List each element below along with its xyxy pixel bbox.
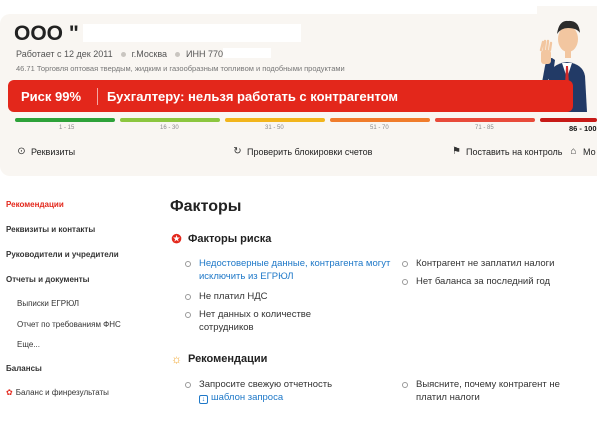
template-link[interactable]: ↓ шаблон запроса	[199, 391, 394, 404]
risk-factor-item: Нет данных о количестве сотрудников	[185, 308, 359, 334]
scale-label: 71 - 85	[475, 125, 494, 131]
refresh-icon: ↻	[233, 146, 242, 157]
scale-segment	[15, 118, 115, 122]
sidebar-item-reports[interactable]: Отчеты и документы	[6, 275, 90, 284]
sidebar-item-balance-results[interactable]: ✿ Баланс и финрезультаты	[6, 388, 109, 397]
scale-segment	[435, 118, 535, 122]
check-blocks-button[interactable]: ↻ Проверить блокировки счетов	[232, 146, 372, 157]
thumbs-down-icon: ✪	[171, 232, 182, 246]
scale-segment	[225, 118, 325, 122]
scale-label: 31 - 50	[265, 125, 284, 131]
sidebar-item-recommendations[interactable]: Рекомендации	[6, 200, 64, 209]
warning-gear-icon: ✿	[6, 388, 13, 397]
sidebar-item-balances[interactable]: Балансы	[6, 364, 42, 373]
risk-factor-item: Не платил НДС	[185, 290, 394, 303]
scale-label: 16 - 30	[160, 125, 179, 131]
risk-scale: 1 - 15 16 - 30 31 - 50 51 - 70 71 - 85 8…	[15, 118, 597, 134]
download-icon: ↓	[199, 395, 208, 404]
risk-factor-item: Нет баланса за последний год	[402, 275, 591, 288]
scale-label-active: 86 - 100	[569, 124, 597, 133]
company-city: г.Москва	[131, 49, 168, 59]
recommendation-item: Выясните, почему контрагент не платил на…	[402, 378, 591, 404]
sidebar-item-fns-report[interactable]: Отчет по требованиям ФНС	[17, 320, 121, 329]
company-inn: ИНН 770	[186, 49, 223, 59]
risk-factor-item: Контрагент не заплатил налоги	[402, 257, 591, 270]
more-label: Мо	[583, 146, 596, 157]
sidebar-item-egrul[interactable]: Выписки ЕГРЮЛ	[17, 299, 79, 308]
sun-icon: ☼	[171, 352, 182, 366]
sidebar-item-requisites[interactable]: Реквизиты и контакты	[6, 225, 95, 234]
scale-segment	[330, 118, 430, 122]
sidebar-item-management[interactable]: Руководители и учредители	[6, 250, 119, 259]
scale-segment	[540, 118, 597, 122]
sidebar-item-more[interactable]: Еще...	[17, 340, 40, 349]
more-button[interactable]: ⌂ Мо	[568, 146, 596, 157]
company-actions: ⊙ Реквизиты ↻ Проверить блокировки счето…	[0, 146, 597, 162]
page-title: Факторы	[170, 198, 242, 215]
flag-icon: ⚑	[452, 146, 461, 157]
scale-label: 1 - 15	[59, 125, 75, 131]
redacted-block	[223, 48, 271, 58]
monitor-label: Поставить на контроль	[466, 146, 563, 157]
okved-activity: 46.71 Торговля оптовая твердым, жидким и…	[16, 64, 345, 73]
sidebar-item-label: Баланс и финрезультаты	[15, 388, 109, 397]
recommendation-item: Запросите свежую отчетность ↓ шаблон запр…	[185, 378, 394, 404]
risk-banner: Риск 99% Бухгалтеру: нельзя работать с к…	[8, 80, 573, 112]
requisites-button[interactable]: ⊙ Реквизиты	[16, 146, 75, 157]
risk-message: Бухгалтеру: нельзя работать с контрагент…	[107, 88, 399, 104]
risk-level: Риск 99%	[8, 87, 98, 105]
company-name: ООО "	[14, 22, 301, 46]
risk-factor-item[interactable]: Недостоверные данные, контрагента могут …	[185, 257, 394, 283]
scale-label: 51 - 70	[370, 125, 389, 131]
company-meta: Работает с 12 дек 2011 г.Москва ИНН 770	[16, 48, 271, 59]
requisites-label: Реквизиты	[31, 146, 76, 157]
home-icon: ⌂	[570, 146, 577, 157]
check-blocks-label: Проверить блокировки счетов	[247, 146, 373, 157]
monitor-button[interactable]: ⚑ Поставить на контроль	[451, 146, 563, 157]
redacted-block	[82, 24, 301, 42]
recommendations-heading: ☼ Рекомендации	[171, 352, 268, 366]
dots-circle-icon: ⊙	[17, 146, 26, 157]
scale-segment	[120, 118, 220, 122]
risk-factors-heading: ✪ Факторы риска	[171, 232, 272, 246]
registration-date: Работает с 12 дек 2011	[16, 49, 113, 59]
